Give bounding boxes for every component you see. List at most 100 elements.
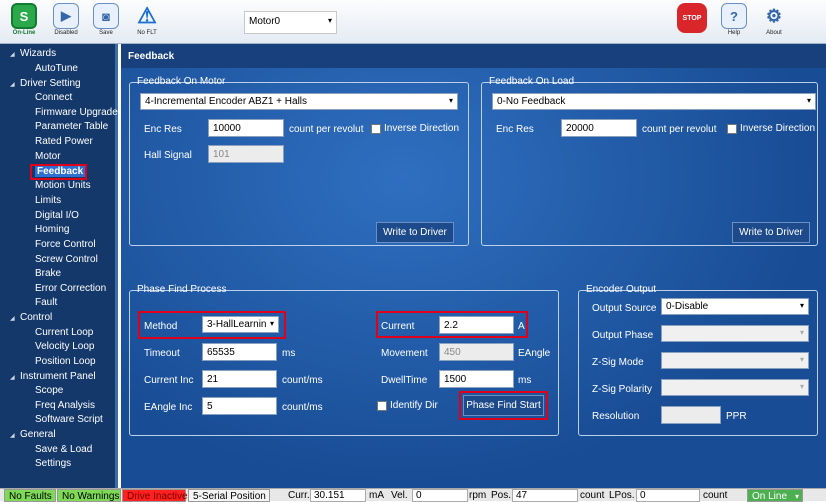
lpos-label: LPos. bbox=[609, 490, 635, 501]
sidebar-group-driver-setting[interactable]: ◢ Driver Setting bbox=[10, 78, 81, 89]
dwell-time-unit: ms bbox=[518, 375, 532, 386]
load-write-to-driver-button[interactable]: Write to Driver bbox=[732, 222, 810, 243]
dropdown-arrow-icon: ▾ bbox=[448, 96, 453, 105]
motor-inverse-checkbox[interactable]: Inverse Direction bbox=[371, 123, 459, 134]
timeout-input[interactable]: 65535 bbox=[202, 343, 277, 361]
status-bar: No Faults No Warnings Drive Inactive 5-S… bbox=[0, 488, 826, 502]
no-fault-button[interactable]: ⚠ No FLT bbox=[127, 3, 167, 36]
collapse-icon: ◢ bbox=[10, 433, 15, 439]
motor-select[interactable]: Motor0 ▾ bbox=[244, 11, 337, 34]
sidebar-group-instrument-panel[interactable]: ◢ Instrument Panel bbox=[10, 371, 96, 382]
dropdown-arrow-icon: ▾ bbox=[794, 492, 799, 501]
enc-res-label: Enc Res bbox=[496, 124, 534, 135]
pos-value: 47 bbox=[512, 489, 578, 502]
sidebar-item-fault[interactable]: Fault bbox=[35, 297, 57, 308]
sidebar-item-parameter-table[interactable]: Parameter Table bbox=[35, 121, 108, 132]
load-enc-res-input[interactable]: 20000 bbox=[561, 119, 637, 137]
panel-title: Encoder Output bbox=[586, 284, 657, 295]
status-drive: Drive Inactive bbox=[122, 489, 188, 502]
sidebar: ◢ Wizards AutoTune ◢ Driver Setting Connec… bbox=[0, 44, 118, 491]
feedback-on-load-panel: Feedback On Load 0-No Feedback ▾ Enc Res … bbox=[481, 76, 818, 246]
disabled-button[interactable]: ▶ Disabled bbox=[46, 3, 86, 36]
collapse-icon: ◢ bbox=[10, 375, 15, 381]
checkbox-icon bbox=[727, 123, 737, 134]
status-mode: 5-Serial Position bbox=[188, 489, 270, 502]
load-inverse-checkbox[interactable]: Inverse Direction bbox=[727, 123, 815, 134]
motor-write-to-driver-button[interactable]: Write to Driver bbox=[376, 222, 454, 243]
toolbar: S On-Line ▶ Disabled ◙ Save ⚠ No FLT Mot… bbox=[0, 0, 826, 44]
motor-feedback-type-select[interactable]: 4-Incremental Encoder ABZ1 + Halls ▾ bbox=[140, 93, 458, 110]
sidebar-item-scope[interactable]: Scope bbox=[35, 385, 63, 396]
resolution-label: Resolution bbox=[592, 411, 640, 422]
help-button[interactable]: ? Help bbox=[714, 3, 754, 36]
sidebar-item-motion-units[interactable]: Motion Units bbox=[35, 180, 91, 191]
hall-signal-field: 101 bbox=[208, 145, 284, 163]
panel-title: Feedback On Load bbox=[489, 76, 575, 87]
stop-button[interactable]: STOP bbox=[672, 3, 712, 34]
about-button[interactable]: ⚙ About bbox=[754, 3, 794, 37]
movement-unit: EAngle bbox=[518, 348, 551, 359]
sidebar-item-firmware-upgrade[interactable]: Firmware Upgrade bbox=[35, 107, 118, 118]
warning-icon: ⚠ bbox=[137, 3, 157, 28]
z-sig-polarity-label: Z-Sig Polarity bbox=[592, 384, 653, 395]
vel-label: Vel. bbox=[391, 490, 408, 501]
online-status-select[interactable]: On Line ▾ bbox=[747, 489, 803, 502]
current-inc-input[interactable]: 21 bbox=[202, 370, 277, 388]
sidebar-item-software-script[interactable]: Software Script bbox=[35, 414, 103, 425]
sidebar-item-velocity-loop[interactable]: Velocity Loop bbox=[35, 341, 95, 352]
sidebar-group-control[interactable]: ◢ Control bbox=[10, 312, 52, 323]
dwell-time-label: DwellTime bbox=[381, 375, 428, 386]
gears-icon: ⚙ bbox=[765, 5, 783, 26]
curr-unit: mA bbox=[369, 490, 384, 501]
sidebar-item-brake[interactable]: Brake bbox=[35, 268, 61, 279]
output-source-label: Output Source bbox=[592, 303, 657, 314]
motor-enc-res-input[interactable]: 10000 bbox=[208, 119, 284, 137]
checkbox-icon bbox=[377, 400, 387, 411]
sidebar-item-freq-analysis[interactable]: Freq Analysis bbox=[35, 400, 95, 411]
sidebar-item-digital-io[interactable]: Digital I/O bbox=[35, 210, 79, 221]
online-button[interactable]: S On-Line bbox=[4, 3, 44, 36]
current-inc-label: Current Inc bbox=[144, 375, 194, 386]
resolution-unit: PPR bbox=[726, 411, 747, 422]
eangle-inc-label: EAngle Inc bbox=[144, 402, 193, 413]
resolution-field bbox=[661, 406, 721, 424]
page-title: Feedback bbox=[121, 44, 826, 68]
movement-field: 450 bbox=[439, 343, 514, 361]
sidebar-group-wizards[interactable]: ◢ Wizards bbox=[10, 48, 56, 59]
vel-value: 0 bbox=[412, 489, 468, 502]
load-feedback-type-select[interactable]: 0-No Feedback ▾ bbox=[492, 93, 816, 110]
sidebar-item-settings[interactable]: Settings bbox=[35, 458, 71, 469]
panel-title: Feedback On Motor bbox=[137, 76, 226, 87]
output-source-select[interactable]: 0-Disable ▾ bbox=[661, 298, 809, 315]
eangle-inc-input[interactable]: 5 bbox=[202, 397, 277, 415]
sidebar-item-position-loop[interactable]: Position Loop bbox=[35, 356, 96, 367]
output-phase-label: Output Phase bbox=[592, 330, 654, 341]
save-button[interactable]: ◙ Save bbox=[86, 3, 126, 36]
movement-label: Movement bbox=[381, 348, 428, 359]
sidebar-item-save-load[interactable]: Save & Load bbox=[35, 444, 92, 455]
sidebar-item-screw-control[interactable]: Screw Control bbox=[35, 254, 98, 265]
sidebar-item-limits[interactable]: Limits bbox=[35, 195, 61, 206]
sidebar-item-force-control[interactable]: Force Control bbox=[35, 239, 96, 250]
status-no-faults: No Faults bbox=[4, 489, 56, 502]
main-panel: Feedback Feedback On Motor 4-Incremental… bbox=[121, 44, 826, 491]
sidebar-item-connect[interactable]: Connect bbox=[35, 92, 72, 103]
vel-unit: rpm bbox=[469, 490, 487, 501]
panel-title: Phase Find Process bbox=[137, 284, 227, 295]
enc-res-unit: count per revolut bbox=[289, 124, 364, 135]
current-inc-unit: count/ms bbox=[282, 375, 323, 386]
dwell-time-input[interactable]: 1500 bbox=[439, 370, 514, 388]
identify-dir-checkbox[interactable]: Identify Dir bbox=[377, 400, 438, 411]
phase-find-panel: Phase Find Process Method 3-HallLearnin ▾… bbox=[129, 284, 559, 436]
sidebar-item-homing[interactable]: Homing bbox=[35, 224, 69, 235]
sidebar-item-error-correction[interactable]: Error Correction bbox=[35, 283, 106, 294]
pos-unit: count bbox=[580, 490, 605, 501]
dropdown-arrow-icon: ▾ bbox=[806, 96, 811, 105]
dropdown-arrow-icon: ▾ bbox=[799, 328, 804, 337]
sidebar-item-motor[interactable]: Motor bbox=[35, 151, 61, 162]
sidebar-group-general[interactable]: ◢ General bbox=[10, 429, 56, 440]
sidebar-item-current-loop[interactable]: Current Loop bbox=[35, 327, 93, 338]
sidebar-item-rated-power[interactable]: Rated Power bbox=[35, 136, 93, 147]
enc-res-unit: count per revolut bbox=[642, 124, 717, 135]
sidebar-item-autotune[interactable]: AutoTune bbox=[35, 63, 78, 74]
